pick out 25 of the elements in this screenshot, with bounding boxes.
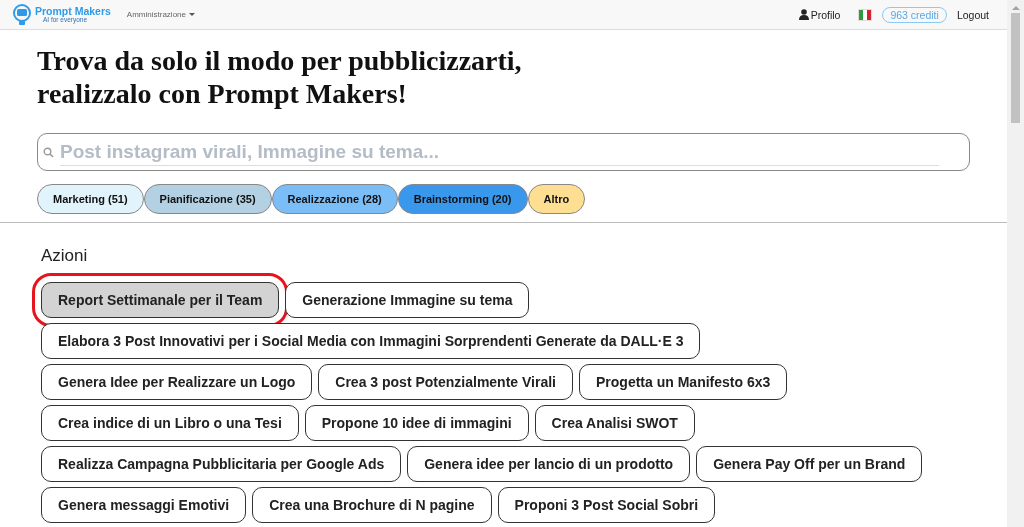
action-button[interactable]: Elabora 3 Post Innovativi per i Social Media con Immagini Sorprendenti Generate da DALL·E 3 [41,323,701,359]
action-button[interactable]: Genera messaggi Emotivi [41,487,247,523]
category-pill[interactable]: Pianificazione (35) [143,184,272,214]
profile-link[interactable]: Profilo [798,8,841,21]
action-button[interactable]: Crea una Brochure di N pagine [252,487,492,523]
section-title: Azioni [41,246,89,266]
logout-link[interactable]: Logout [956,8,989,21]
action-button[interactable]: Crea 3 post Potenzialmente Virali [318,364,573,400]
admin-menu[interactable]: Amministrazione [126,10,195,19]
action-button[interactable]: Genera Pay Off per un Brand [696,446,923,482]
category-pill[interactable]: Realizzazione (28) [271,184,398,214]
action-button[interactable]: Progetta un Manifesto 6x3 [579,364,788,400]
action-button[interactable]: Proponi 3 Post Social Sobri [497,487,716,523]
action-button[interactable]: Realizza Campagna Pubblicitaria per Google Ads [41,446,402,482]
search-field[interactable]: Post instagram virali, Immagine su tema... [37,133,970,171]
category-pill[interactable]: Brainstorming (20) [397,184,528,214]
action-button[interactable]: Propone 10 idee di immagini [304,405,529,441]
action-button[interactable]: Genera idee per lancio di un prodotto [407,446,691,482]
category-pill[interactable]: Altro [527,184,586,214]
action-button[interactable]: Crea Analisi SWOT [534,405,695,441]
action-button[interactable]: Crea indice di un Libro o una Tesi [41,405,299,441]
action-button[interactable]: Generazione Immagine su tema [285,282,530,318]
category-pill[interactable]: Marketing (51) [37,184,144,214]
page-headline: Trova da solo il modo per pubblicizzarti, realizzalo con Prompt Makers! [37,44,523,110]
action-button[interactable]: Genera Idee per Realizzare un Logo [41,364,313,400]
